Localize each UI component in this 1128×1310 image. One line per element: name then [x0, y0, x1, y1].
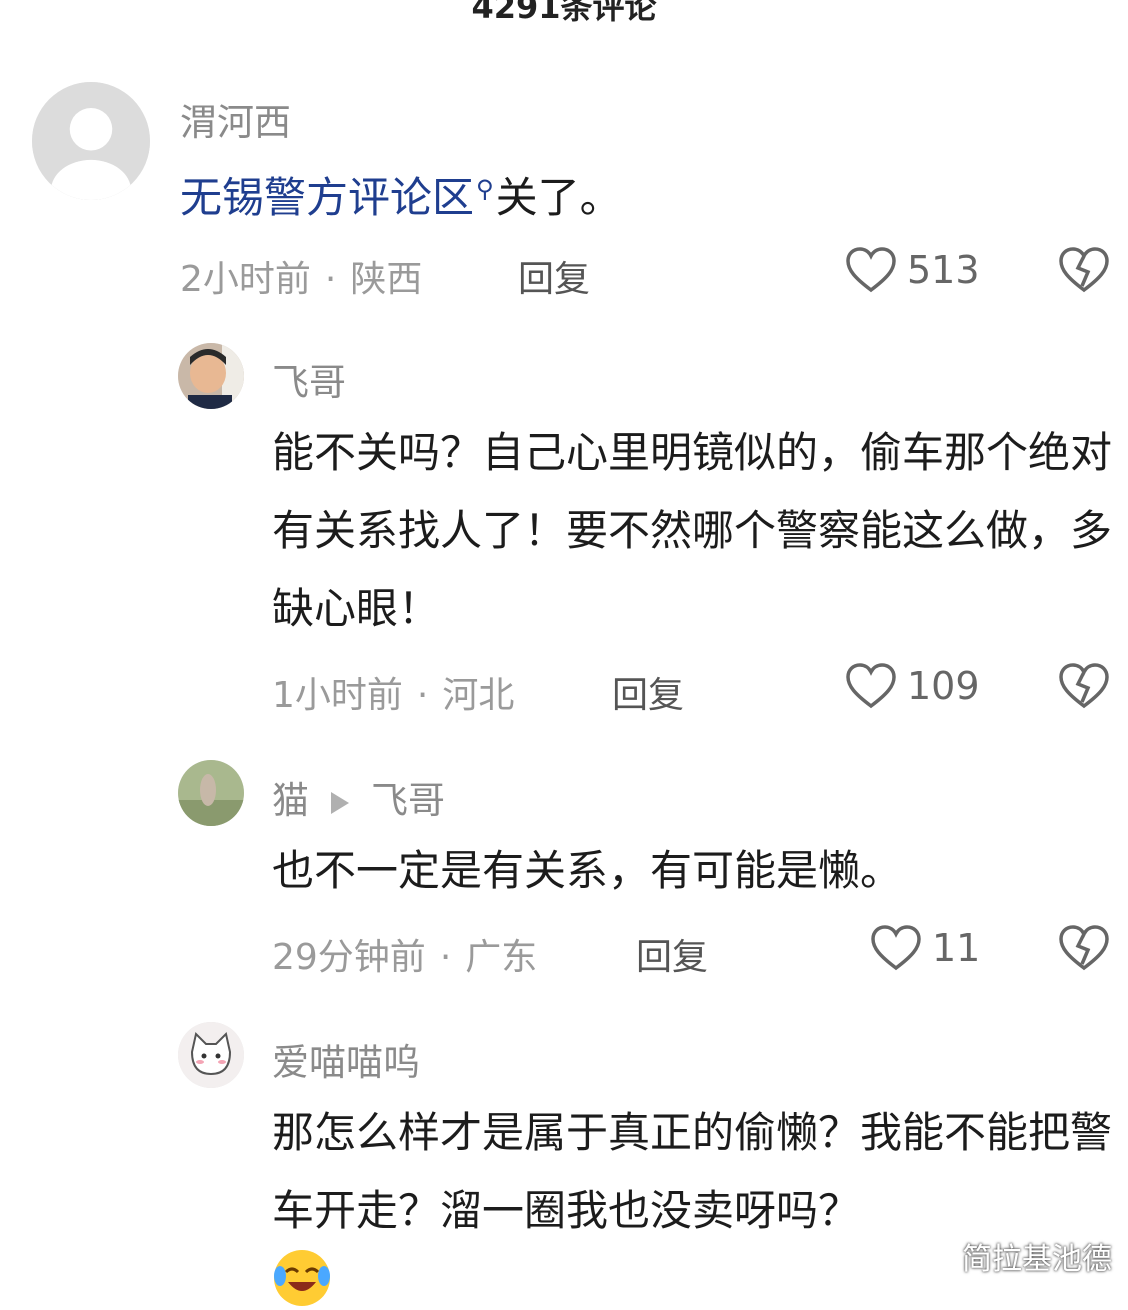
- comment-time: 29分钟前: [272, 937, 426, 978]
- default-user-icon: [32, 82, 150, 200]
- cat-avatar-icon: [178, 1022, 244, 1088]
- like-button[interactable]: 513: [845, 246, 980, 294]
- comment-time: 1小时前: [272, 675, 403, 716]
- reply-button[interactable]: 回复: [636, 928, 708, 980]
- comment-text: 无锡警方评论区⚲关了。: [180, 150, 1060, 237]
- comment-text-rest: 关了。: [495, 173, 622, 222]
- comment-author-name[interactable]: 渭河西: [180, 92, 291, 146]
- broken-heart-icon[interactable]: [1058, 924, 1110, 972]
- reply-button[interactable]: 回复: [612, 666, 684, 718]
- heart-icon: [846, 247, 896, 293]
- comment-text: 也不一定是有关系，有可能是懒。: [272, 846, 903, 895]
- comment-time: 2小时前: [180, 259, 311, 300]
- comment-location: 广东: [465, 937, 538, 978]
- watermark: 简拉基池德: [962, 1242, 1112, 1277]
- comment-meta: 1小时前 · 河北: [272, 675, 515, 716]
- search-icon[interactable]: ⚲: [476, 175, 494, 203]
- avatar[interactable]: [178, 343, 244, 409]
- avatar[interactable]: [178, 1022, 244, 1088]
- like-count: 513: [907, 248, 980, 292]
- user-photo-icon: [178, 343, 244, 409]
- comment-count-title: 4291条评论: [471, 0, 657, 26]
- avatar[interactable]: [178, 760, 244, 826]
- like-count: 11: [932, 926, 981, 970]
- comment-text: 那怎么样才是属于真正的偷懒？我能不能把警车开走？溜一圈我也没卖呀吗？: [272, 1108, 1113, 1235]
- reply-to-name[interactable]: 飞哥: [371, 779, 445, 822]
- comment-meta: 2小时前 · 陕西: [180, 259, 423, 300]
- comment-author-name[interactable]: 飞哥: [272, 352, 346, 406]
- comment-author[interactable]: 猫: [272, 779, 309, 822]
- broken-heart-icon[interactable]: [1058, 662, 1110, 710]
- laughing-crying-emoji-icon: [274, 1250, 330, 1306]
- comment-author-name[interactable]: 爱喵喵呜: [272, 1032, 420, 1086]
- search-link[interactable]: 无锡警方评论区: [180, 173, 474, 222]
- comment-meta: 29分钟前 · 广东: [272, 937, 538, 978]
- heart-icon: [846, 663, 896, 709]
- heart-icon: [871, 925, 921, 971]
- avatar[interactable]: [32, 82, 150, 200]
- comment-location: 陕西: [350, 259, 423, 300]
- comment-author-name[interactable]: 猫 飞哥: [272, 770, 445, 824]
- comment-location: 河北: [442, 675, 515, 716]
- broken-heart-icon[interactable]: [1058, 246, 1110, 294]
- user-photo-icon: [178, 760, 244, 826]
- like-button[interactable]: 11: [870, 924, 980, 972]
- comment-text: 能不关吗？自己心里明镜似的，偷车那个绝对有关系找人了！要不然哪个警察能这么做，多…: [272, 428, 1113, 633]
- reply-arrow-icon: [331, 791, 349, 814]
- like-button[interactable]: 109: [845, 662, 980, 710]
- like-count: 109: [907, 664, 980, 708]
- reply-button[interactable]: 回复: [518, 250, 590, 302]
